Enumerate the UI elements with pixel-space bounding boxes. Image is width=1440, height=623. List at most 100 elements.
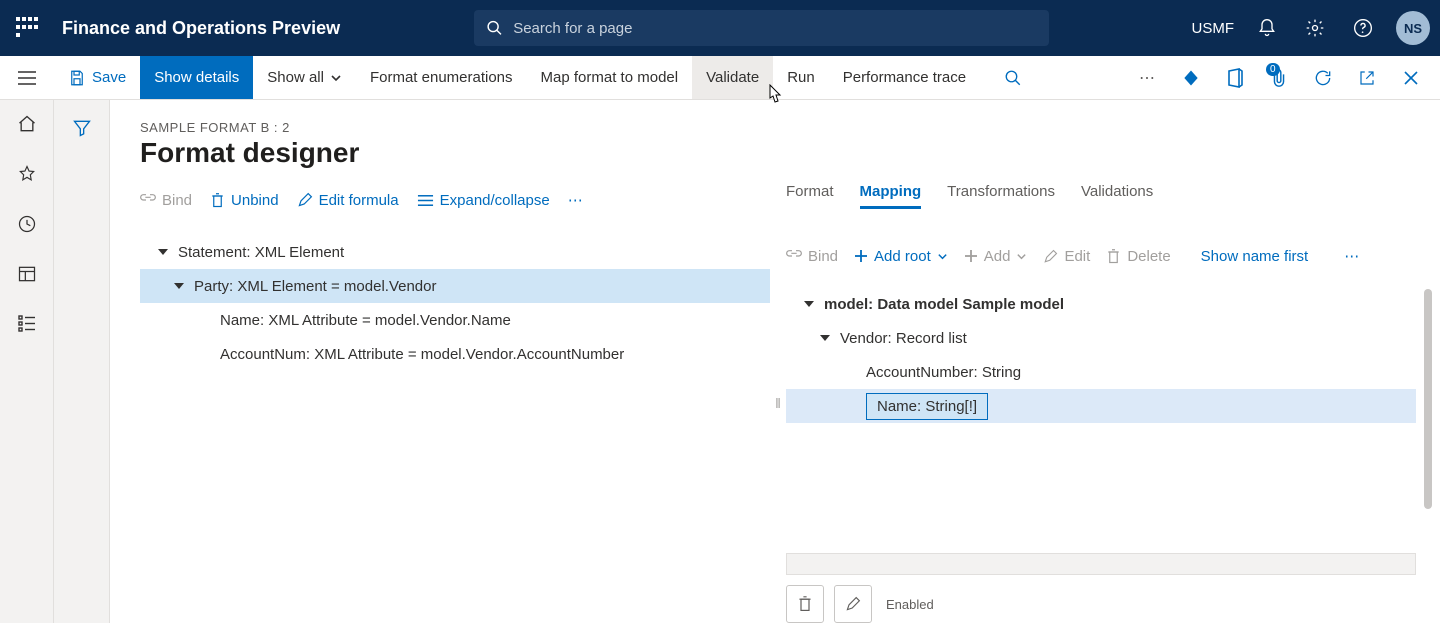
navbar-left: Finance and Operations Preview xyxy=(16,17,340,39)
help-icon[interactable] xyxy=(1348,13,1378,43)
app-launcher-icon[interactable] xyxy=(16,17,38,39)
caret-icon xyxy=(174,283,184,289)
nav-pane-toggle[interactable] xyxy=(0,56,54,99)
refresh-icon[interactable] xyxy=(1312,67,1334,89)
format-tree: Statement: XML Element Party: XML Elemen… xyxy=(140,235,770,371)
show-name-first-button[interactable]: Show name first xyxy=(1201,248,1309,265)
bind-button[interactable]: Bind xyxy=(140,192,192,209)
pencil-icon xyxy=(297,192,313,208)
enabled-row: Enabled xyxy=(786,585,1416,623)
global-search xyxy=(474,10,1049,46)
pencil-icon xyxy=(845,596,861,612)
pane-splitter[interactable]: ‖ xyxy=(775,395,781,411)
main-column: SAMPLE FORMAT B : 2 Format designer ‖ Bi… xyxy=(110,100,1440,623)
caret-icon xyxy=(804,301,814,307)
unbind-button[interactable]: Unbind xyxy=(210,192,279,209)
power-app-icon[interactable] xyxy=(1180,67,1202,89)
plus-icon xyxy=(964,249,978,263)
tab-mapping[interactable]: Mapping xyxy=(860,183,922,209)
delete-button[interactable]: Delete xyxy=(1106,248,1170,265)
chevron-down-icon xyxy=(937,251,948,262)
tree-node-vendor[interactable]: Vendor: Record list xyxy=(786,321,1416,355)
link-icon xyxy=(140,193,156,207)
page-title: Format designer xyxy=(140,137,1416,169)
global-navbar: Finance and Operations Preview USMF NS xyxy=(0,0,1440,56)
map-format-to-model-button[interactable]: Map format to model xyxy=(527,56,693,99)
search-icon xyxy=(486,19,503,37)
tree-node-statement[interactable]: Statement: XML Element xyxy=(140,235,770,269)
tab-transformations[interactable]: Transformations xyxy=(947,183,1055,206)
right-tabs: Format Mapping Transformations Validatio… xyxy=(786,183,1416,217)
save-button[interactable]: Save xyxy=(54,56,140,99)
action-bar-right: ⋯ 0 xyxy=(1136,56,1440,99)
caret-icon xyxy=(820,335,830,341)
show-all-button[interactable]: Show all xyxy=(253,56,356,99)
tab-validations[interactable]: Validations xyxy=(1081,183,1153,206)
recent-icon[interactable] xyxy=(17,214,37,234)
popout-icon[interactable] xyxy=(1356,67,1378,89)
tree-node-name-selected[interactable]: Name: String[!] xyxy=(786,389,1416,423)
scrollbar-thumb[interactable] xyxy=(1424,289,1432,509)
edit-formula-button[interactable]: Edit formula xyxy=(297,192,399,209)
attachments-icon[interactable]: 0 xyxy=(1268,67,1290,89)
app-title: Finance and Operations Preview xyxy=(62,18,340,39)
attachments-badge: 0 xyxy=(1266,63,1280,76)
favorites-icon[interactable] xyxy=(17,164,37,184)
bind-right-button[interactable]: Bind xyxy=(786,248,838,265)
more-actions-icon[interactable]: ⋯ xyxy=(1136,67,1158,89)
list-icon xyxy=(417,193,434,208)
close-icon[interactable] xyxy=(1400,67,1422,89)
edit-button[interactable]: Edit xyxy=(1043,248,1090,265)
workspaces-icon[interactable] xyxy=(17,264,37,284)
chevron-down-icon xyxy=(1016,251,1027,262)
trash-icon xyxy=(797,595,813,613)
home-icon[interactable] xyxy=(17,114,37,134)
add-button[interactable]: Add xyxy=(964,248,1028,265)
navigation-rail xyxy=(0,100,54,623)
show-details-button[interactable]: Show details xyxy=(140,56,253,99)
format-tree-pane: Bind Unbind Edit formula Expand/collapse xyxy=(140,183,778,623)
find-button[interactable] xyxy=(990,56,1036,99)
performance-trace-button[interactable]: Performance trace xyxy=(829,56,980,99)
delete-detail-button[interactable] xyxy=(786,585,824,623)
mapping-tree-wrap: model: Data model Sample model Vendor: R… xyxy=(786,273,1416,553)
tree-node-accountnum[interactable]: AccountNum: XML Attribute = model.Vendor… xyxy=(140,337,770,371)
user-avatar[interactable]: NS xyxy=(1396,11,1430,45)
mapping-toolbar: Bind Add root Add Edit xyxy=(786,239,1416,273)
search-icon xyxy=(1004,69,1022,87)
filter-icon[interactable] xyxy=(72,118,92,623)
tree-node-name[interactable]: Name: XML Attribute = model.Vendor.Name xyxy=(140,303,770,337)
caret-icon xyxy=(158,249,168,255)
mapping-tree: model: Data model Sample model Vendor: R… xyxy=(786,287,1416,423)
format-enumerations-button[interactable]: Format enumerations xyxy=(356,56,527,99)
action-bar: Save Show details Show all Format enumer… xyxy=(0,56,1440,100)
tree-node-model[interactable]: model: Data model Sample model xyxy=(786,287,1416,321)
hamburger-icon xyxy=(17,70,37,86)
company-selector[interactable]: USMF xyxy=(1192,20,1235,37)
link-icon xyxy=(786,249,802,263)
mapping-detail-footer: Enabled xyxy=(786,553,1416,623)
mapping-pane: Format Mapping Transformations Validatio… xyxy=(778,183,1416,623)
office-icon[interactable] xyxy=(1224,67,1246,89)
search-box[interactable] xyxy=(474,10,1049,46)
detail-field-1[interactable] xyxy=(786,553,1416,575)
validate-button[interactable]: Validate xyxy=(692,56,773,99)
body-area: SAMPLE FORMAT B : 2 Format designer ‖ Bi… xyxy=(54,100,1440,623)
more-toolbar-icon[interactable]: ⋯ xyxy=(568,191,583,209)
expand-collapse-button[interactable]: Expand/collapse xyxy=(417,192,550,209)
search-input[interactable] xyxy=(513,20,1037,37)
settings-icon[interactable] xyxy=(1300,13,1330,43)
more-right-toolbar-icon[interactable]: ⋯ xyxy=(1344,247,1359,265)
unbind-icon xyxy=(210,192,225,209)
add-root-button[interactable]: Add root xyxy=(854,248,948,265)
tree-node-party[interactable]: Party: XML Element = model.Vendor xyxy=(140,269,770,303)
filter-column xyxy=(54,100,110,623)
run-button[interactable]: Run xyxy=(773,56,829,99)
format-toolbar: Bind Unbind Edit formula Expand/collapse xyxy=(140,183,770,217)
notifications-icon[interactable] xyxy=(1252,13,1282,43)
plus-icon xyxy=(854,249,868,263)
tab-format[interactable]: Format xyxy=(786,183,834,206)
tree-node-accountnumber[interactable]: AccountNumber: String xyxy=(786,355,1416,389)
modules-icon[interactable] xyxy=(18,314,36,332)
edit-detail-button[interactable] xyxy=(834,585,872,623)
